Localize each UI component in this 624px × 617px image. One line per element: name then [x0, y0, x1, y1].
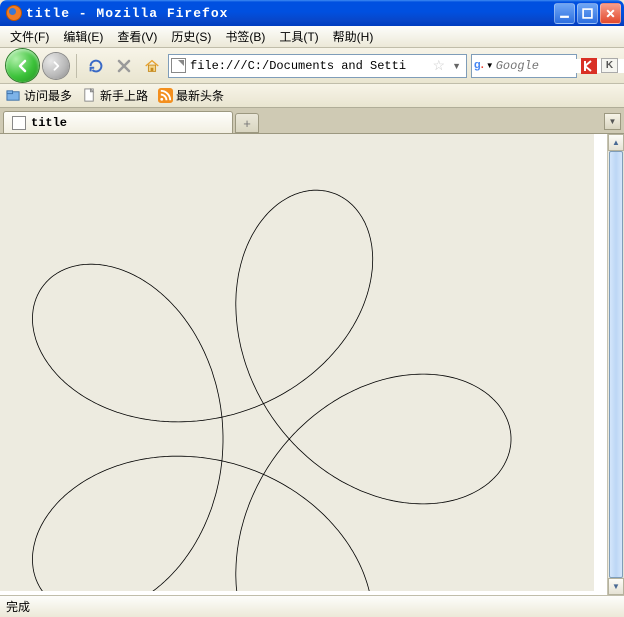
status-text: 完成 — [6, 598, 30, 615]
bookmark-latest-headlines[interactable]: 最新头条 — [158, 87, 224, 104]
scroll-track[interactable] — [608, 151, 624, 578]
menu-tools[interactable]: 工具(T) — [273, 26, 324, 47]
window-titlebar: title - Mozilla Firefox — [0, 0, 624, 26]
menu-file[interactable]: 文件(F) — [4, 26, 55, 47]
tab-label: title — [31, 116, 67, 130]
menu-help[interactable]: 帮助(H) — [327, 26, 380, 47]
new-tab-button[interactable]: + — [235, 113, 259, 133]
menu-view[interactable]: 查看(V) — [111, 26, 163, 47]
close-button[interactable] — [600, 3, 621, 24]
tab-list-dropdown-icon[interactable]: ▼ — [604, 113, 621, 130]
scroll-down-icon[interactable]: ▼ — [608, 578, 624, 595]
back-button[interactable] — [6, 49, 39, 82]
url-input[interactable] — [190, 59, 429, 73]
nav-toolbar: ☆ ▼ g. ▼ 🔍 K — [0, 48, 624, 84]
tab-active[interactable]: title — [3, 111, 233, 133]
reload-button[interactable] — [84, 54, 108, 78]
bookmarks-toolbar: 访问最多 新手上路 最新头条 — [0, 84, 624, 108]
page-viewport[interactable] — [0, 134, 607, 595]
bookmark-label: 最新头条 — [176, 87, 224, 104]
minimize-button[interactable] — [554, 3, 575, 24]
forward-button[interactable] — [43, 53, 69, 79]
addon-k-icon[interactable]: K — [601, 58, 618, 73]
content-area: ▲ ▼ — [0, 134, 624, 595]
stop-button[interactable] — [112, 54, 136, 78]
search-box[interactable]: g. ▼ 🔍 — [471, 54, 577, 78]
vertical-scrollbar[interactable]: ▲ ▼ — [607, 134, 624, 595]
bookmark-label: 访问最多 — [24, 87, 72, 104]
scroll-up-icon[interactable]: ▲ — [608, 134, 624, 151]
search-engine-dropdown-icon[interactable]: ▼ — [486, 61, 494, 70]
page-icon — [171, 58, 186, 73]
maximize-button[interactable] — [577, 3, 598, 24]
status-bar: 完成 — [0, 595, 624, 617]
toolbar-separator — [76, 54, 77, 78]
window-title: title - Mozilla Firefox — [26, 6, 554, 21]
scroll-thumb[interactable] — [609, 151, 623, 578]
spirograph-drawing — [0, 134, 594, 591]
bookmark-most-visited[interactable]: 访问最多 — [6, 87, 72, 104]
bookmark-star-icon[interactable]: ☆ — [433, 57, 446, 74]
google-icon: g. — [474, 59, 484, 73]
home-button[interactable] — [140, 54, 164, 78]
bookmark-label: 新手上路 — [100, 87, 148, 104]
firefox-icon — [6, 5, 22, 21]
address-dropdown-icon[interactable]: ▼ — [449, 61, 464, 71]
bookmark-getting-started[interactable]: 新手上路 — [82, 87, 148, 104]
canvas — [0, 134, 594, 591]
menu-bar: 文件(F) 编辑(E) 查看(V) 历史(S) 书签(B) 工具(T) 帮助(H… — [0, 26, 624, 48]
kaspersky-icon[interactable] — [581, 58, 597, 74]
tab-bar: title + ▼ — [0, 108, 624, 134]
menu-edit[interactable]: 编辑(E) — [57, 26, 109, 47]
address-bar[interactable]: ☆ ▼ — [168, 54, 467, 78]
menu-history[interactable]: 历史(S) — [165, 26, 217, 47]
folder-icon — [6, 88, 21, 103]
page-icon — [12, 116, 26, 130]
menu-bookmarks[interactable]: 书签(B) — [219, 26, 271, 47]
rss-icon — [158, 88, 173, 103]
page-icon — [82, 88, 97, 103]
